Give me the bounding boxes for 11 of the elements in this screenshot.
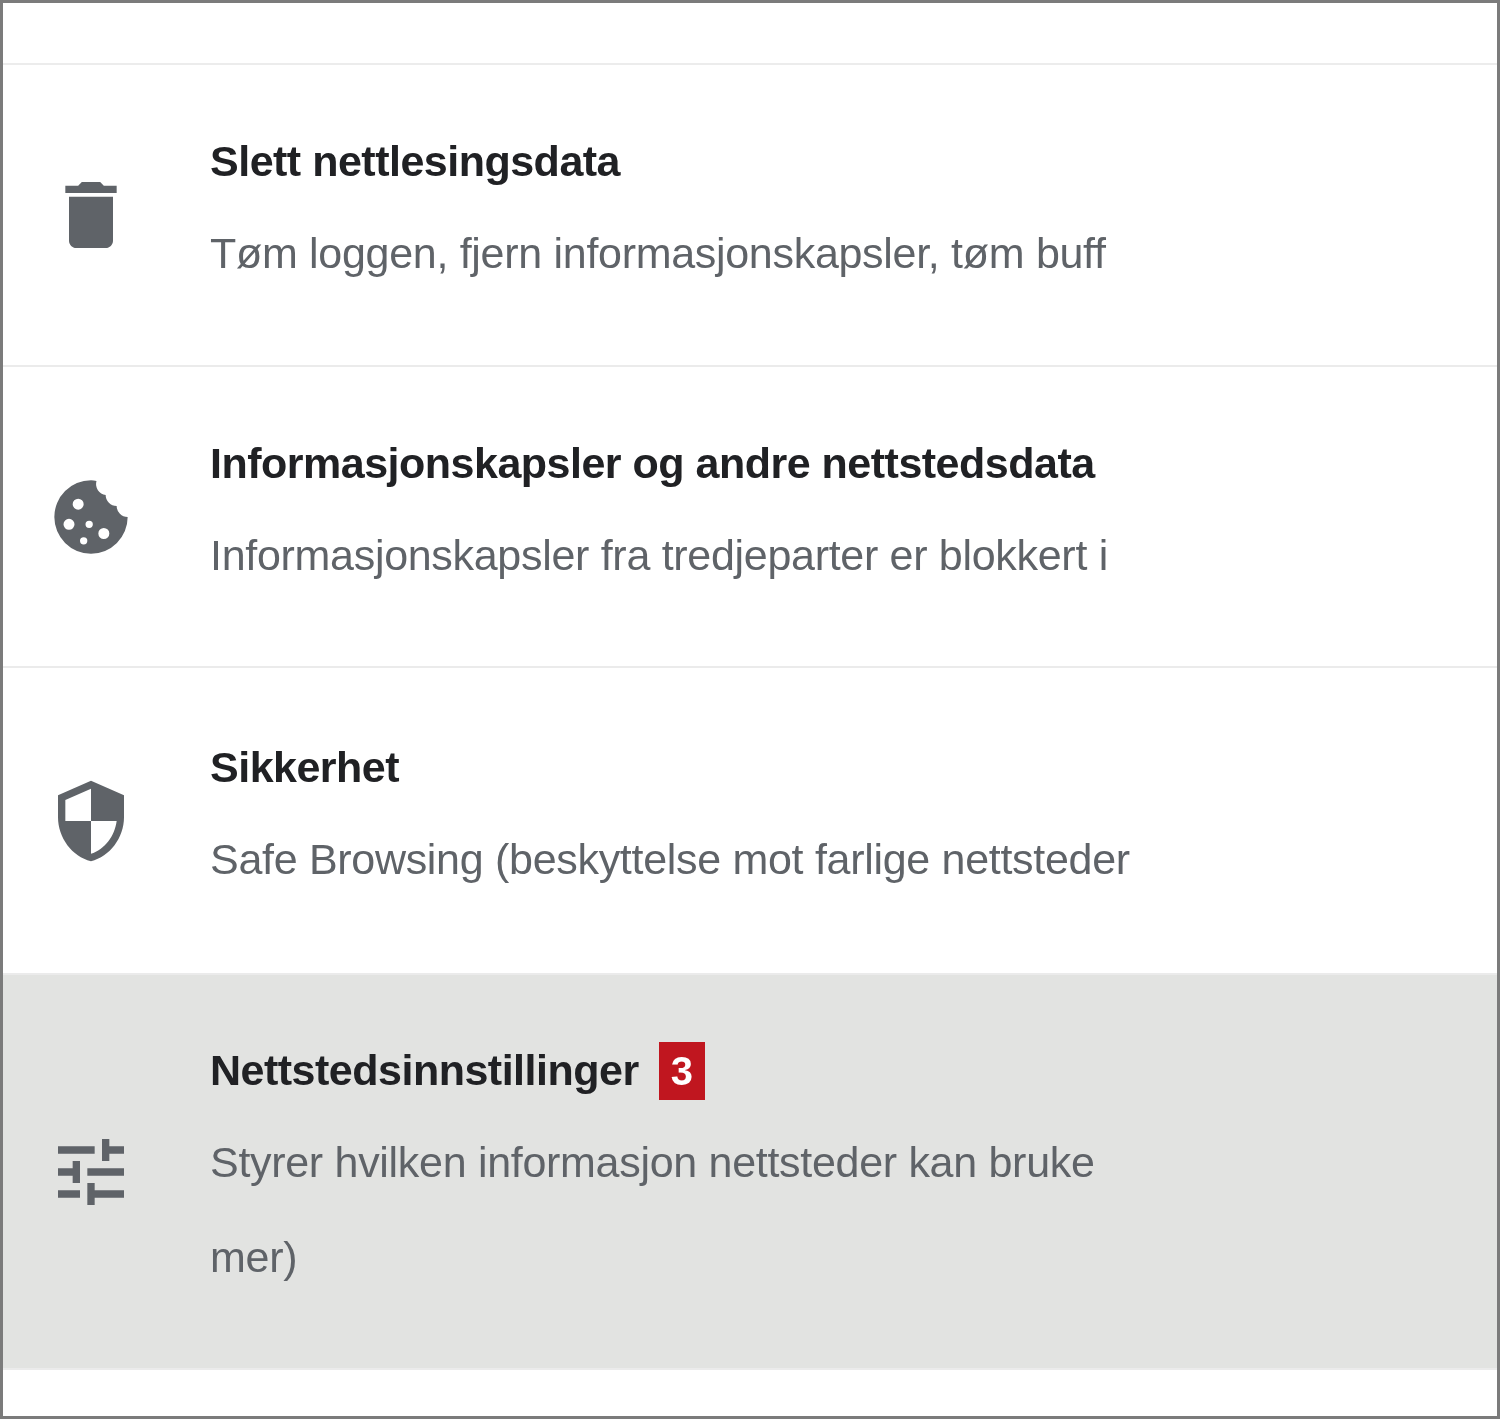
row-description: Safe Browsing (beskyttelse mot farlige nettsteder bbox=[210, 833, 1130, 885]
row-description: Informasjonskapsler fra tredjeparter er blokkert i bbox=[210, 529, 1108, 581]
row-title: Slett nettlesingsdata bbox=[210, 136, 621, 187]
row-title: Nettstedsinnstillinger bbox=[210, 1045, 639, 1096]
row-title: Informasjonskapsler og andre nettstedsdata bbox=[210, 437, 1095, 489]
row-title: Sikkerhet bbox=[210, 741, 400, 793]
row-description: mer) bbox=[210, 1232, 299, 1283]
settings-row[interactable]: Nettstedsinnstillinger 3 Styrer hvilken informasjon nettsteder kan bruke mer) bbox=[3, 975, 1497, 1370]
count-badge: 3 bbox=[658, 1041, 705, 1100]
row-description: Styrer hvilken informasjon nettsteder kan bruke bbox=[210, 1137, 1095, 1188]
row-description: Tøm loggen, fjern informasjonskapsler, tøm buff bbox=[210, 228, 1106, 279]
